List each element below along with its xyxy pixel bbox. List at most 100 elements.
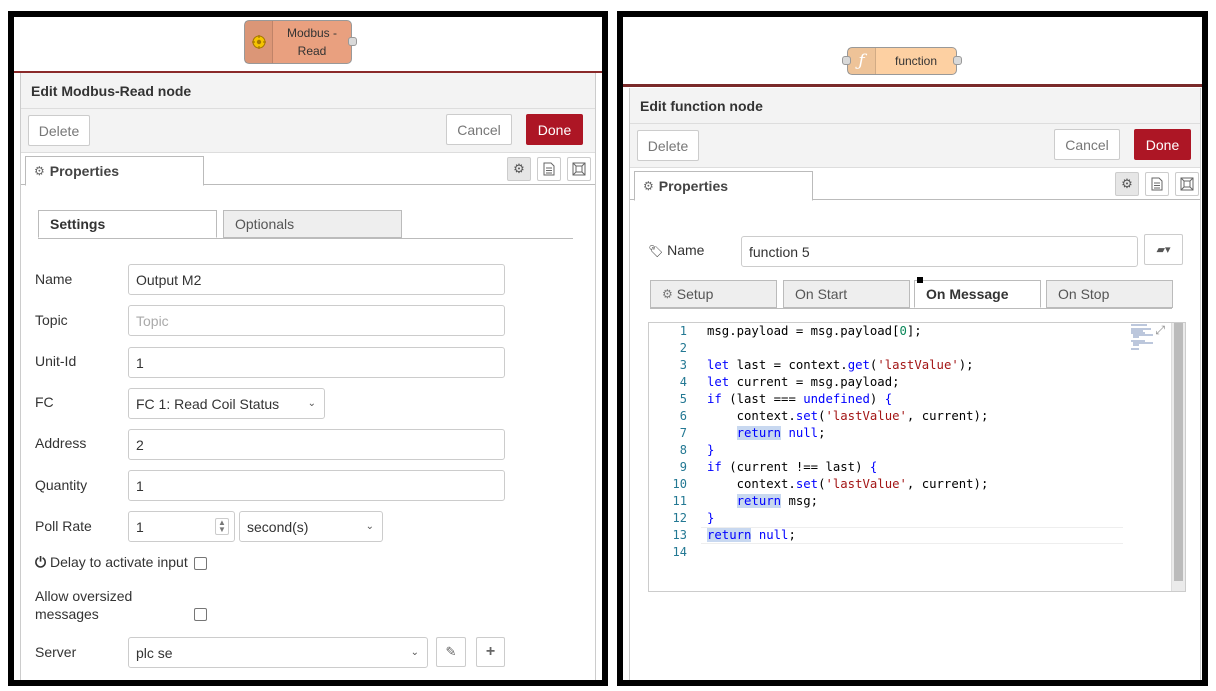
frame-icon [572,162,586,176]
tag-icon: 🏷 [648,244,664,258]
edit-server-button[interactable]: ✎ [436,637,466,667]
code-editor[interactable]: 1 2 3 4 5 6 7 8 9 10 11 12 13 14 msg.payload = msg.pa… [648,322,1186,592]
spinner-icon[interactable]: ▲ ▼ [215,518,229,535]
tab-properties-label: Properties [658,178,729,194]
name-label: Name [35,271,73,287]
expand-icon[interactable]: ⤢ [1155,323,1165,338]
pollrate-input[interactable]: 1 ▲ ▼ [128,511,235,542]
code-line[interactable]: let current = msg.payload; [707,374,900,391]
tray-title: Edit Modbus-Read node [21,73,595,109]
tab-properties[interactable]: ⚙ Properties [634,171,813,201]
edit-tray: Edit function node Delete Cancel Done ⚙ … [629,88,1201,680]
gear-icon: ⚙ [643,179,654,193]
address-input[interactable]: 2 [128,429,505,460]
chevron-down-icon: ⌄ [410,647,419,658]
code-line[interactable]: } [707,442,714,459]
server-label: Server [35,644,77,660]
icon-picker-button[interactable]: ▰▾ [1144,234,1183,265]
tray-title: Edit function node [630,88,1200,124]
pollrate-unit-select[interactable]: second(s) ⌄ [239,511,383,542]
tab-properties[interactable]: ⚙ Properties [25,156,204,186]
tab-on-stop[interactable]: On Stop [1046,280,1173,308]
modbus-read-node[interactable]: Modbus - Read [244,20,357,64]
topic-label: Topic [35,312,68,328]
pencil-icon: ✎ [445,644,457,659]
scrollbar-thumb[interactable] [1174,323,1183,581]
delete-button[interactable]: Delete [637,130,699,161]
modbus-icon [245,21,273,63]
code-line[interactable]: context.set('lastValue', current); [707,476,989,493]
tab-settings[interactable]: Settings [38,210,217,238]
delete-button[interactable]: Delete [28,115,90,146]
tray-tabbar: ⚙ Properties ⚙ [630,168,1200,201]
delay-checkbox[interactable] [194,557,207,570]
book-icon: ▰▾ [1156,244,1171,256]
code-line[interactable]: return null; [707,527,796,544]
name-input[interactable]: Output M2 [128,264,505,295]
output-port[interactable] [953,56,962,65]
name-label-text: Name [667,242,705,258]
appearance-icon-button[interactable] [567,157,591,181]
code-line[interactable]: msg.payload = msg.payload[0]; [707,323,922,340]
line-number: 7 [679,426,687,440]
cancel-button[interactable]: Cancel [446,114,512,145]
code-line[interactable]: if (current !== last) { [707,459,877,476]
code-line[interactable]: context.set('lastValue', current); [707,408,989,425]
done-button[interactable]: Done [1134,129,1191,160]
tab-optionals[interactable]: Optionals [223,210,402,238]
code-line[interactable]: return msg; [707,493,818,510]
chevron-down-icon: ⌄ [307,398,316,409]
code-line[interactable]: return null; [707,425,825,442]
vertical-scrollbar[interactable] [1171,323,1185,591]
code-line[interactable]: } [707,510,714,527]
name-label: 🏷 Name [648,242,704,258]
add-server-button[interactable]: + [476,637,505,667]
tab-marker [917,277,923,283]
function-node[interactable]: ƒ function [842,47,962,75]
line-number: 10 [672,477,687,491]
address-label: Address [35,435,87,451]
line-number: 14 [672,545,687,559]
input-port[interactable] [842,56,851,65]
gear-icon: ⚙ [1121,176,1133,191]
gear-icon: ⚙ [34,164,45,178]
pollrate-label: Poll Rate [35,518,92,534]
tab-on-message[interactable]: On Message [914,280,1041,308]
unitid-input[interactable]: 1 [128,347,505,378]
tab-on-start[interactable]: On Start [783,280,910,308]
description-icon-button[interactable] [537,157,561,181]
topic-input[interactable]: Topic [128,305,505,336]
subtab-underline [38,238,573,239]
pollrate-unit-value: second(s) [247,518,309,535]
frame-icon [1180,177,1194,191]
gear-icon: ⚙ [662,287,673,301]
settings-icon-button[interactable]: ⚙ [507,157,531,181]
settings-icon-button[interactable]: ⚙ [1115,172,1139,196]
code-line[interactable]: let last = context.get('lastValue'); [707,357,974,374]
output-port[interactable] [348,37,357,46]
cancel-button[interactable]: Cancel [1054,129,1120,160]
appearance-icon-button[interactable] [1175,172,1199,196]
document-icon [543,162,555,176]
name-input[interactable]: function 5 [741,236,1138,267]
fc-select-value: FC 1: Read Coil Status [136,395,280,412]
tab-setup[interactable]: ⚙ Setup [650,280,777,308]
line-number: 2 [679,341,687,355]
line-number: 12 [672,511,687,525]
line-number: 11 [672,494,687,508]
unitid-label: Unit-Id [35,353,77,369]
line-number: 9 [679,460,687,474]
tray-toolbar: Delete Cancel Done [21,109,595,153]
line-number-gutter: 1 2 3 4 5 6 7 8 9 10 11 12 13 14 [649,323,701,591]
quantity-input[interactable]: 1 [128,470,505,501]
fc-label: FC [35,394,54,410]
server-select[interactable]: plc se ⌄ [128,637,428,668]
quantity-label: Quantity [35,477,88,493]
done-button[interactable]: Done [526,114,583,145]
line-number: 4 [679,375,687,389]
fc-select[interactable]: FC 1: Read Coil Status ⌄ [128,388,325,419]
code-line[interactable]: if (last === undefined) { [707,391,892,408]
description-icon-button[interactable] [1145,172,1169,196]
oversized-checkbox[interactable] [194,608,207,621]
tray-toolbar: Delete Cancel Done [630,124,1200,168]
